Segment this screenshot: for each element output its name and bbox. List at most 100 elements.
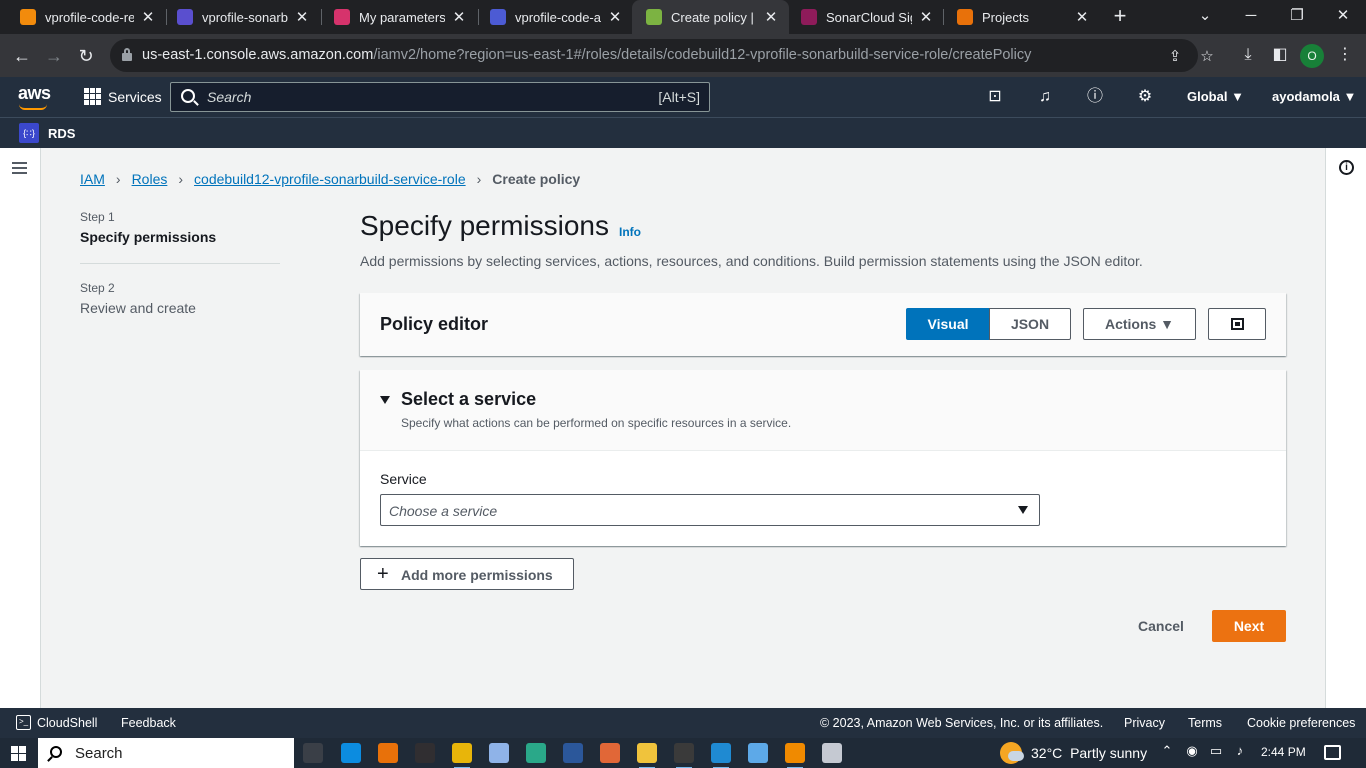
close-tab-icon[interactable]: ✕ xyxy=(451,8,467,26)
browser-tab[interactable]: SonarCloud Sign ✕ xyxy=(787,0,944,34)
matlab-icon[interactable] xyxy=(600,743,620,763)
region-selector[interactable]: Global ▼ xyxy=(1187,89,1244,104)
forward-arrow-icon[interactable]: → xyxy=(40,42,68,70)
help-icon[interactable]: ⓘ xyxy=(1084,86,1106,108)
hamburger-menu-icon[interactable] xyxy=(12,162,27,174)
cookie-preferences-link[interactable]: Cookie preferences xyxy=(1247,716,1355,730)
taskbar-clock[interactable]: 2:44 PM xyxy=(1261,745,1306,759)
aws-top-nav: aws Services Search [Alt+S] ⊡ ♫ ⓘ ⚙ Glob… xyxy=(0,77,1366,117)
cancel-button[interactable]: Cancel xyxy=(1121,610,1201,642)
browser-tab-active[interactable]: Create policy | I/ ✕ xyxy=(632,0,789,34)
browser-tab[interactable]: My parameters - ✕ xyxy=(320,0,477,34)
wizard-steps: Step 1 Specify permissions Step 2 Review… xyxy=(80,210,280,316)
info-panel-icon[interactable]: i xyxy=(1339,160,1354,175)
feedback-link[interactable]: Feedback xyxy=(121,716,176,730)
breadcrumb-role[interactable]: codebuild12-vprofile-sonarbuild-service-… xyxy=(194,171,466,187)
cloudshell-terminal-icon[interactable]: >_ xyxy=(16,715,31,730)
browser-tab[interactable]: Projects ✕ xyxy=(943,0,1100,34)
service-field-label: Service xyxy=(380,471,427,487)
new-tab-button[interactable]: + xyxy=(1108,4,1132,28)
firefox-icon[interactable] xyxy=(378,743,398,763)
volume-icon[interactable]: ♪ xyxy=(1231,743,1249,758)
policy-editor-panel: Policy editor Visual JSON Actions ▼ xyxy=(360,293,1286,356)
toggle-panel-button[interactable] xyxy=(1208,308,1266,340)
tab-search-chevron-icon[interactable]: ⌄ xyxy=(1182,0,1228,34)
close-tab-icon[interactable]: ✕ xyxy=(918,8,934,26)
close-tab-icon[interactable]: ✕ xyxy=(607,8,623,26)
terminal-icon[interactable] xyxy=(674,743,694,768)
settings-gear-icon[interactable]: ⚙ xyxy=(1134,86,1156,108)
windows-start-icon[interactable] xyxy=(11,746,26,761)
step-2-title: Review and create xyxy=(80,300,196,316)
services-menu-button[interactable]: Services xyxy=(84,88,162,105)
download-icon[interactable]: ⤓ xyxy=(1237,44,1259,66)
close-tab-icon[interactable]: ✕ xyxy=(1074,8,1090,26)
browser-menu-icon[interactable]: ⋮ xyxy=(1334,44,1356,66)
url-text[interactable]: us-east-1.console.aws.amazon.com/iamv2/h… xyxy=(142,47,1031,63)
breadcrumb-iam[interactable]: IAM xyxy=(80,171,105,187)
close-tab-icon[interactable]: ✕ xyxy=(763,8,779,26)
vscode-icon[interactable] xyxy=(711,743,731,768)
caret-down-icon[interactable] xyxy=(380,396,390,404)
notifications-bell-icon[interactable]: ♫ xyxy=(1034,86,1056,108)
service-select[interactable]: Choose a service xyxy=(380,494,1040,526)
breadcrumb-roles[interactable]: Roles xyxy=(132,171,168,187)
favorite-rds-link[interactable]: {∷} RDS xyxy=(19,123,75,143)
actions-dropdown-button[interactable]: Actions ▼ xyxy=(1083,308,1196,340)
page-title: Specify permissions xyxy=(360,210,609,241)
privacy-link[interactable]: Privacy xyxy=(1124,716,1165,730)
dropbox-icon[interactable] xyxy=(489,743,509,763)
browser-tab[interactable]: vprofile-sonarbu ✕ xyxy=(163,0,320,34)
notification-center-icon[interactable] xyxy=(1324,745,1341,760)
infinity-app-icon[interactable] xyxy=(526,743,546,763)
step-2-label: Step 2 xyxy=(80,281,115,295)
aws-logo[interactable]: aws xyxy=(18,83,51,110)
aws-footer: >_ CloudShell Feedback © 2023, Amazon We… xyxy=(0,708,1366,738)
edge-icon[interactable] xyxy=(341,743,361,763)
next-button[interactable]: Next xyxy=(1212,610,1286,642)
aws-codecommit-favicon-icon xyxy=(20,9,36,25)
windows-taskbar: Search 32°C Partly sunny ⌃ ◉ ▭ ♪ 2:44 PM xyxy=(0,738,1366,768)
aws-search-input[interactable]: Search [Alt+S] xyxy=(170,82,710,112)
task-view-icon[interactable] xyxy=(303,743,323,763)
visual-tab-button[interactable]: Visual xyxy=(906,308,990,340)
info-link[interactable]: Info xyxy=(619,225,641,239)
page-description: Add permissions by selecting services, a… xyxy=(360,253,1143,269)
side-panel-icon[interactable]: ◧ xyxy=(1269,44,1291,66)
close-tab-icon[interactable]: ✕ xyxy=(140,8,156,26)
select-service-panel: Select a service Specify what actions ca… xyxy=(360,370,1286,546)
close-tab-icon[interactable]: ✕ xyxy=(294,8,310,26)
taskbar-search-box[interactable]: Search xyxy=(38,738,294,768)
close-window-icon[interactable]: ✕ xyxy=(1320,0,1366,34)
battery-icon[interactable]: ▭ xyxy=(1207,743,1225,759)
paint-icon[interactable] xyxy=(822,743,842,763)
chevron-up-icon[interactable]: ⌃ xyxy=(1158,743,1176,759)
bookmark-star-icon[interactable]: ☆ xyxy=(1198,48,1216,66)
json-tab-button[interactable]: JSON xyxy=(989,308,1071,340)
obs-icon[interactable] xyxy=(415,743,435,763)
share-icon[interactable]: ⇪ xyxy=(1166,48,1184,66)
browser-tab[interactable]: vprofile-code-re ✕ xyxy=(6,0,166,34)
lock-icon[interactable] xyxy=(122,48,132,61)
chrome-icon[interactable] xyxy=(452,743,472,768)
account-menu[interactable]: ayodamola ▼ xyxy=(1272,89,1356,104)
add-more-permissions-button[interactable]: + Add more permissions xyxy=(360,558,574,590)
back-arrow-icon[interactable]: ← xyxy=(8,42,36,70)
select-service-header[interactable]: Select a service Specify what actions ca… xyxy=(360,370,1286,451)
terms-link[interactable]: Terms xyxy=(1188,716,1222,730)
file-explorer-icon[interactable] xyxy=(637,743,657,768)
cloudshell-link[interactable]: CloudShell xyxy=(37,716,97,730)
projects-favicon-icon xyxy=(957,9,973,25)
address-bar[interactable]: us-east-1.console.aws.amazon.com/iamv2/h… xyxy=(110,39,1214,72)
reload-icon[interactable]: ↻ xyxy=(72,42,100,70)
profile-avatar[interactable]: O xyxy=(1300,44,1324,68)
cloudshell-icon[interactable]: ⊡ xyxy=(984,86,1006,108)
camera-icon[interactable]: ◉ xyxy=(1183,743,1201,759)
vlc-icon[interactable] xyxy=(785,743,805,768)
notepad-icon[interactable] xyxy=(748,743,768,763)
word-icon[interactable] xyxy=(563,743,583,763)
restore-icon[interactable]: ❐ xyxy=(1274,0,1320,34)
minimize-icon[interactable]: ─ xyxy=(1228,0,1274,34)
weather-widget[interactable]: 32°C Partly sunny xyxy=(1000,742,1147,764)
browser-tab[interactable]: vprofile-code-ar ✕ xyxy=(476,0,633,34)
